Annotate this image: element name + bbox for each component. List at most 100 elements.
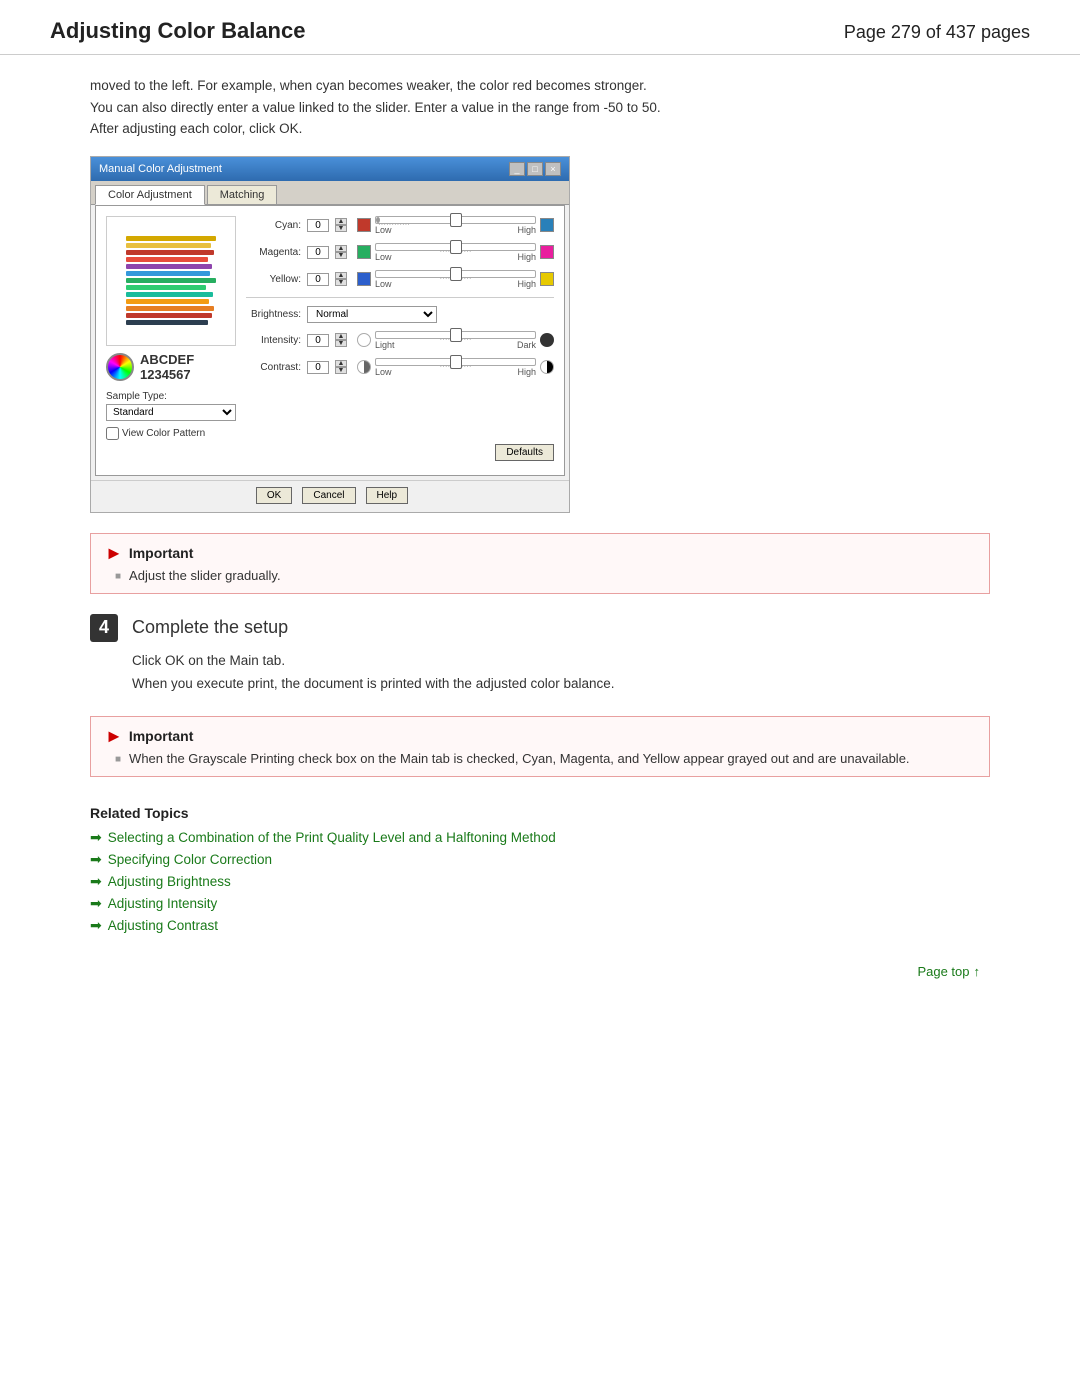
intro-line1: moved to the left. For example, when cya… bbox=[90, 75, 990, 97]
intensity-light-icon bbox=[357, 333, 371, 347]
important-item-2: ■ When the Grayscale Printing check box … bbox=[105, 751, 975, 766]
yellow-label: Yellow: bbox=[246, 274, 301, 285]
pencils-preview bbox=[106, 216, 236, 346]
yellow-left-swatch bbox=[357, 272, 371, 286]
yellow-track-wrapper: ············ LowHigh bbox=[375, 270, 536, 289]
step-4-body: Click OK on the Main tab. When you execu… bbox=[90, 650, 990, 696]
magenta-value[interactable] bbox=[307, 246, 329, 259]
cyan-slider-container: ············ LowHigh bbox=[357, 216, 554, 235]
logo-line2: 1234567 bbox=[140, 367, 194, 383]
sample-type-label: Sample Type: bbox=[106, 391, 236, 402]
contrast-up[interactable]: ▲ bbox=[335, 360, 347, 367]
brightness-select[interactable]: Normal Bright Dark bbox=[307, 306, 437, 323]
cyan-track[interactable]: ············ bbox=[375, 216, 536, 224]
tab-color-adjustment[interactable]: Color Adjustment bbox=[95, 185, 205, 205]
yellow-down[interactable]: ▼ bbox=[335, 279, 347, 286]
intensity-slider-container: ············ LightDark bbox=[357, 331, 554, 350]
related-link-3[interactable]: ➡ Adjusting Brightness bbox=[90, 873, 990, 890]
related-link-4[interactable]: ➡ Adjusting Intensity bbox=[90, 895, 990, 912]
intensity-thumb[interactable] bbox=[450, 328, 462, 342]
tab-matching[interactable]: Matching bbox=[207, 185, 278, 204]
yellow-thumb[interactable] bbox=[450, 267, 462, 281]
related-arrow-icon-3: ➡ bbox=[90, 873, 102, 890]
defaults-button[interactable]: Defaults bbox=[495, 444, 554, 461]
step-4-header: 4 Complete the setup bbox=[90, 614, 990, 642]
view-pattern-checkbox-row: View Color Pattern bbox=[106, 427, 236, 440]
related-arrow-icon-2: ➡ bbox=[90, 851, 102, 868]
intensity-label: Intensity: bbox=[246, 335, 301, 346]
close-btn[interactable]: × bbox=[545, 162, 561, 176]
ok-button[interactable]: OK bbox=[256, 487, 292, 504]
intensity-value[interactable] bbox=[307, 334, 329, 347]
magenta-track[interactable]: ············ bbox=[375, 243, 536, 251]
contrast-high-icon bbox=[540, 360, 554, 374]
contrast-track[interactable]: ············ bbox=[375, 358, 536, 366]
magenta-spinner: ▲ ▼ bbox=[335, 245, 347, 259]
intensity-down[interactable]: ▼ bbox=[335, 340, 347, 347]
yellow-slider-container: ············ LowHigh bbox=[357, 270, 554, 289]
important-box-2: ► Important ■ When the Grayscale Printin… bbox=[90, 716, 990, 777]
brightness-row: Brightness: Normal Bright Dark bbox=[246, 306, 554, 323]
magenta-down[interactable]: ▼ bbox=[335, 252, 347, 259]
help-button[interactable]: Help bbox=[366, 487, 409, 504]
important-header-1: ► Important bbox=[105, 544, 975, 562]
step-4-number: 4 bbox=[90, 614, 118, 642]
yellow-track[interactable]: ············ bbox=[375, 270, 536, 278]
related-link-1[interactable]: ➡ Selecting a Combination of the Print Q… bbox=[90, 829, 990, 846]
page-title: Adjusting Color Balance bbox=[50, 18, 305, 44]
important-text-1: Adjust the slider gradually. bbox=[129, 568, 281, 583]
magenta-thumb[interactable] bbox=[450, 240, 462, 254]
important-title-1: Important bbox=[129, 545, 194, 561]
view-pattern-checkbox[interactable] bbox=[106, 427, 119, 440]
related-topics-title: Related Topics bbox=[90, 805, 990, 821]
intensity-track[interactable]: ············ bbox=[375, 331, 536, 339]
cyan-up[interactable]: ▲ bbox=[335, 218, 347, 225]
maximize-btn[interactable]: □ bbox=[527, 162, 543, 176]
important-arrow-icon-2: ► bbox=[105, 727, 123, 745]
main-content: moved to the left. For example, when cya… bbox=[0, 55, 1080, 1019]
contrast-track-wrapper: ············ LowHigh bbox=[375, 358, 536, 377]
cyan-value[interactable] bbox=[307, 219, 329, 232]
related-link-5[interactable]: ➡ Adjusting Contrast bbox=[90, 917, 990, 934]
cyan-left-swatch bbox=[357, 218, 371, 232]
cyan-right-swatch bbox=[540, 218, 554, 232]
bullet-icon-2: ■ bbox=[115, 754, 121, 765]
contrast-spinner: ▲ ▼ bbox=[335, 360, 347, 374]
dialog-screenshot: Manual Color Adjustment _ □ × Color Adju… bbox=[90, 156, 570, 513]
yellow-slider-row: Yellow: ▲ ▼ ············ bbox=[246, 270, 554, 289]
cancel-button[interactable]: Cancel bbox=[302, 487, 355, 504]
yellow-value[interactable] bbox=[307, 273, 329, 286]
page-header: Adjusting Color Balance Page 279 of 437 … bbox=[0, 0, 1080, 55]
magenta-label: Magenta: bbox=[246, 247, 301, 258]
magenta-slider-row: Magenta: ▲ ▼ ············ bbox=[246, 243, 554, 262]
yellow-right-swatch bbox=[540, 272, 554, 286]
logo-text: ABCDEF 1234567 bbox=[140, 352, 194, 383]
contrast-value[interactable] bbox=[307, 361, 329, 374]
intensity-spinner: ▲ ▼ bbox=[335, 333, 347, 347]
minimize-btn[interactable]: _ bbox=[509, 162, 525, 176]
intensity-dark-icon bbox=[540, 333, 554, 347]
contrast-slider-row: Contrast: ▲ ▼ ············ bbox=[246, 358, 554, 377]
related-link-2[interactable]: ➡ Specifying Color Correction bbox=[90, 851, 990, 868]
related-arrow-icon-4: ➡ bbox=[90, 895, 102, 912]
related-link-5-text: Adjusting Contrast bbox=[108, 918, 218, 933]
cyan-thumb[interactable] bbox=[450, 213, 462, 227]
cyan-spinner: ▲ ▼ bbox=[335, 218, 347, 232]
contrast-thumb[interactable] bbox=[450, 355, 462, 369]
yellow-up[interactable]: ▲ bbox=[335, 272, 347, 279]
magenta-up[interactable]: ▲ bbox=[335, 245, 347, 252]
view-pattern-label: View Color Pattern bbox=[122, 428, 205, 439]
important-title-2: Important bbox=[129, 728, 194, 744]
intensity-up[interactable]: ▲ bbox=[335, 333, 347, 340]
important-header-2: ► Important bbox=[105, 727, 975, 745]
contrast-low-icon bbox=[357, 360, 371, 374]
contrast-down[interactable]: ▼ bbox=[335, 367, 347, 374]
contrast-label: Contrast: bbox=[246, 362, 301, 373]
related-link-2-text: Specifying Color Correction bbox=[108, 852, 272, 867]
page-top-link[interactable]: Page top ↑ bbox=[917, 964, 980, 979]
related-link-4-text: Adjusting Intensity bbox=[108, 896, 218, 911]
important-text-2: When the Grayscale Printing check box on… bbox=[129, 751, 909, 766]
cyan-down[interactable]: ▼ bbox=[335, 225, 347, 232]
sample-type-select[interactable]: Standard Portrait Landscape bbox=[106, 404, 236, 421]
related-link-3-text: Adjusting Brightness bbox=[108, 874, 231, 889]
